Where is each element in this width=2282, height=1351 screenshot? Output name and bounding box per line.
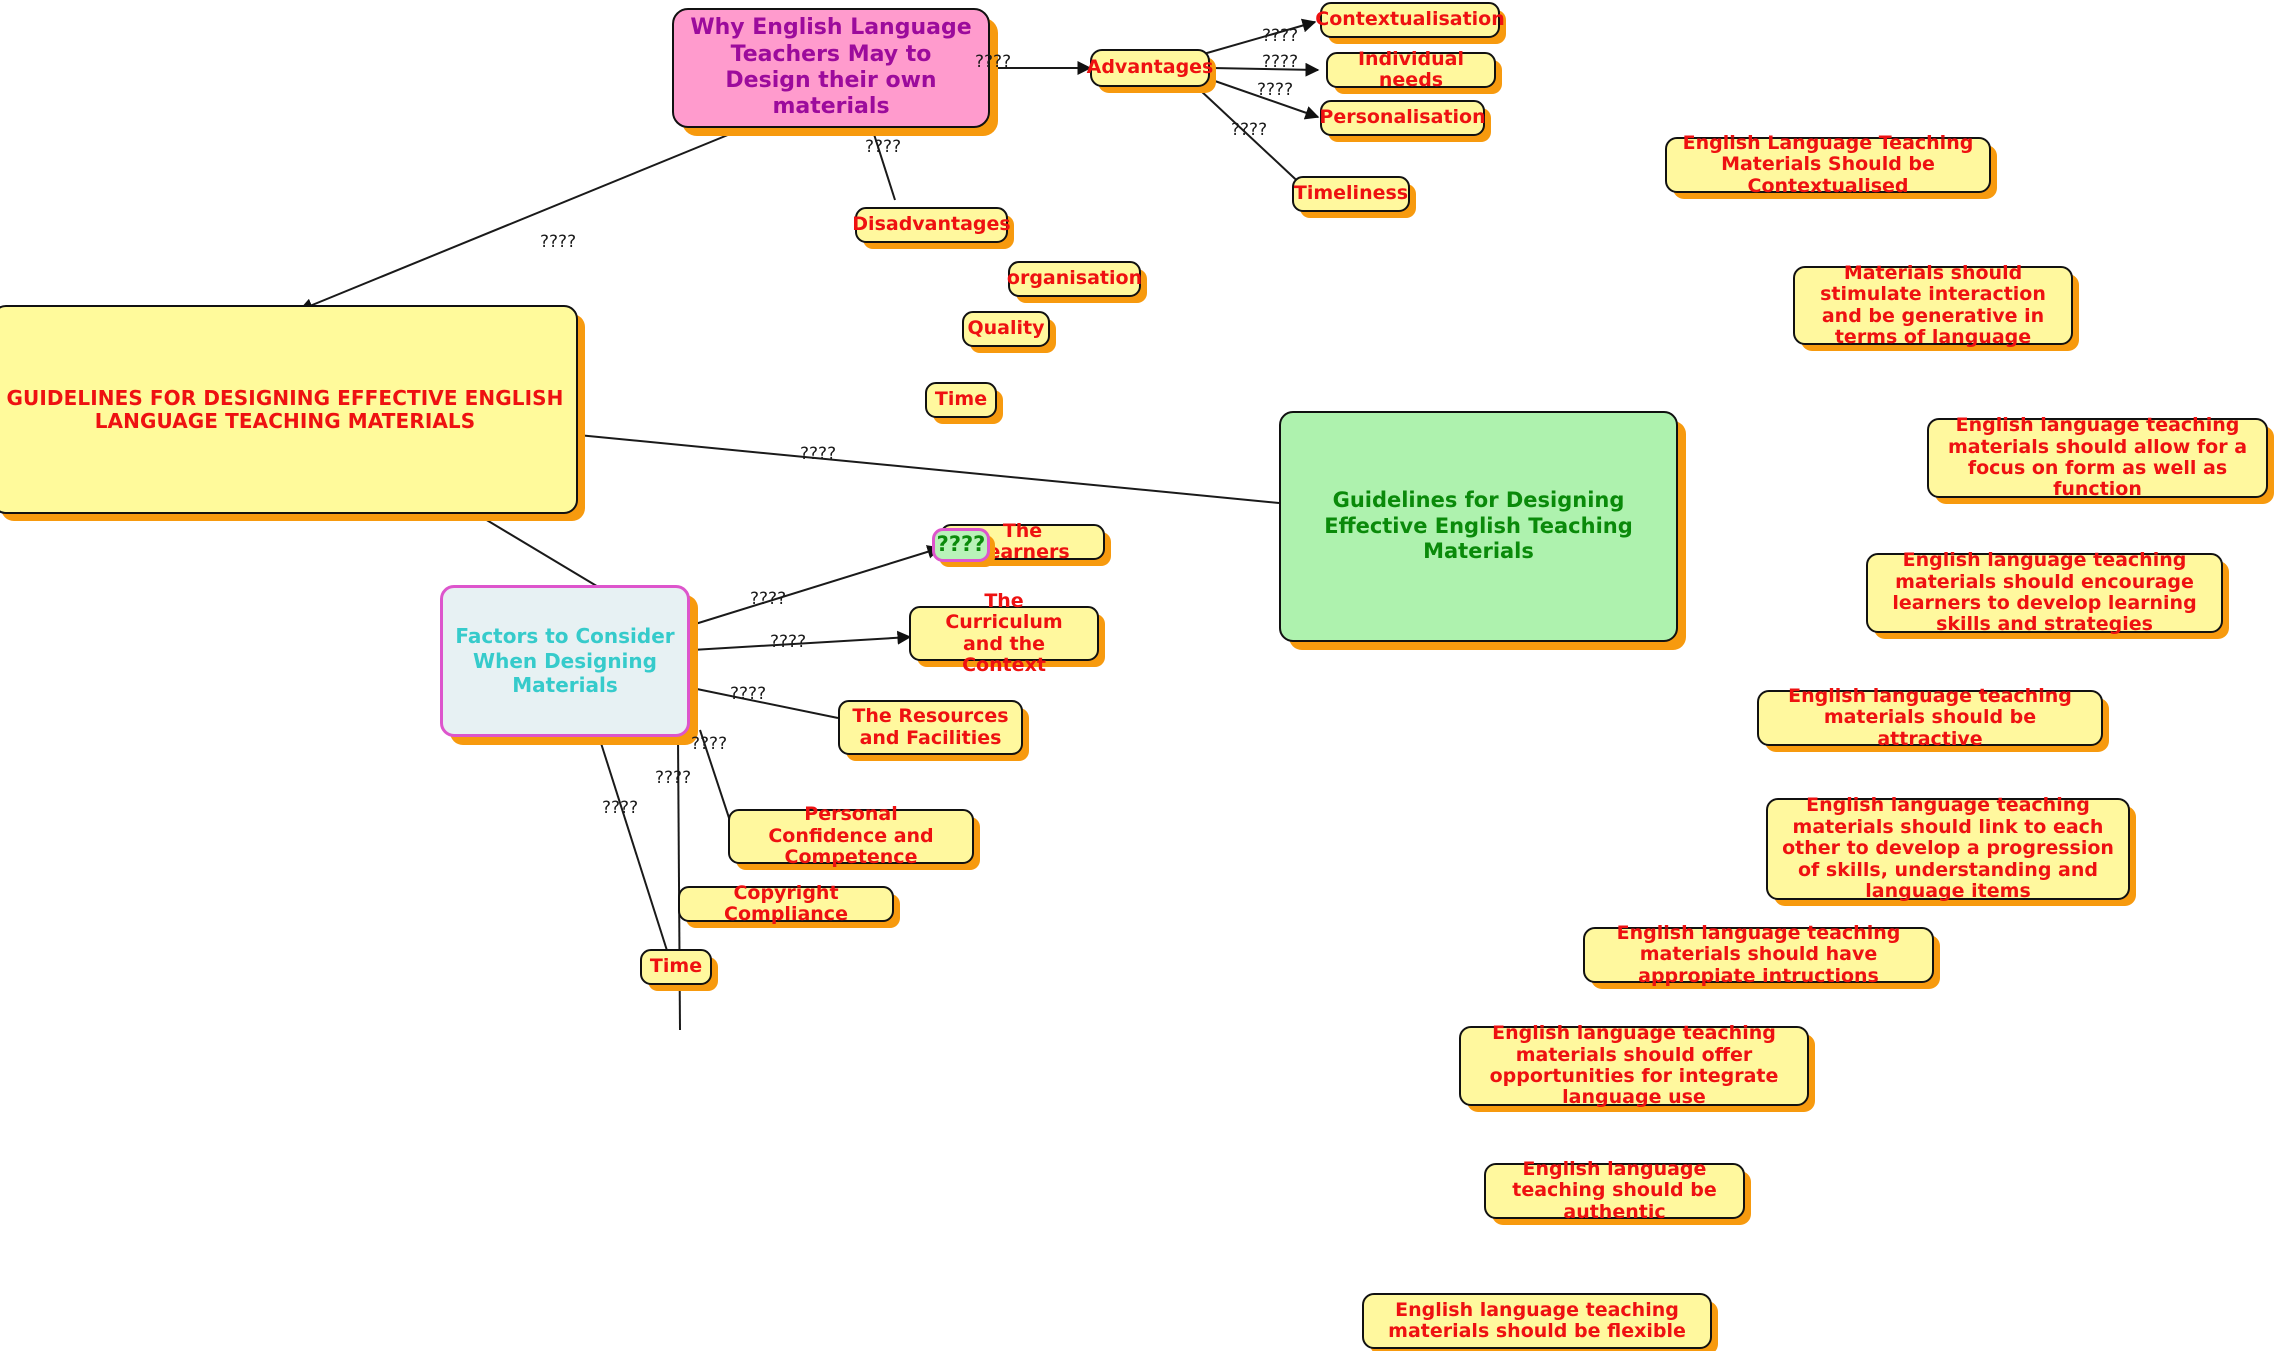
guideline-card[interactable]: English language teaching materials shou…: [1362, 1293, 1712, 1349]
node-label: Copyright Compliance: [724, 881, 848, 925]
node-label: ????: [936, 532, 986, 557]
node-disadvantages[interactable]: Disadvantages: [852, 207, 1011, 243]
node-label: GUIDELINES FOR DESIGNING EFFECTIVE ENGLI…: [6, 385, 564, 433]
node-organisation[interactable]: organisation: [1006, 261, 1143, 297]
node-label: Time: [934, 388, 988, 411]
guideline-label: English language teaching materials shou…: [1782, 794, 2114, 903]
guideline-label: English Language Teaching Materials Shou…: [1682, 131, 1974, 197]
edge-label-adv-individual-needs: ????: [1262, 52, 1299, 72]
node-label: Guidelines for Designing Effective Engli…: [1324, 488, 1633, 564]
guideline-label: English language teaching materials shou…: [1892, 549, 2197, 636]
node-personalisation[interactable]: Personalisation: [1319, 100, 1486, 136]
node-label: Disadvantages: [852, 213, 1011, 236]
guideline-label: English language teaching materials shou…: [1388, 1298, 1686, 1342]
edge-label-why-advantages: ????: [975, 52, 1012, 72]
node-label: Personal Confidence and Competence: [768, 803, 934, 869]
guideline-card[interactable]: English language teaching materials shou…: [1583, 922, 1934, 987]
node-personal-confidence[interactable]: Personal Confidence and Competence: [728, 803, 974, 868]
guideline-card[interactable]: English language teaching materials shou…: [1866, 549, 2223, 636]
guideline-card[interactable]: English language teaching should be auth…: [1484, 1158, 1745, 1223]
node-label: Personalisation: [1319, 106, 1486, 129]
node-copyright-compliance[interactable]: Copyright Compliance: [678, 882, 894, 925]
edge-label-factors-resources: ????: [730, 684, 767, 704]
edge-layer: [298, 18, 1320, 1031]
node-label: Contextualisation: [1315, 8, 1505, 31]
guideline-card[interactable]: English language teaching materials shou…: [1766, 794, 2130, 903]
guideline-label: English language teaching materials shou…: [1788, 684, 2072, 750]
node-root-guidelines[interactable]: GUIDELINES FOR DESIGNING EFFECTIVE ENGLI…: [0, 305, 578, 514]
guideline-card[interactable]: English language teaching materials shou…: [1459, 1022, 1809, 1109]
edge-label-adv-contextualisation: ????: [1262, 26, 1299, 46]
node-label: Timeliness: [1293, 182, 1409, 205]
guideline-card[interactable]: English language teaching materials shou…: [1757, 685, 2103, 750]
guideline-label: English language teaching should be auth…: [1512, 1157, 1717, 1223]
node-label: Individual needs: [1357, 47, 1465, 91]
guideline-label: English language teaching materials shou…: [1947, 414, 2248, 501]
guideline-label: English language teaching materials shou…: [1489, 1022, 1779, 1109]
guideline-card[interactable]: Materials should stimulate interaction a…: [1793, 262, 2073, 348]
node-timeliness[interactable]: Timeliness: [1292, 176, 1410, 212]
node-advantages[interactable]: Advantages: [1087, 49, 1213, 87]
edge-label-factors-learners: ????: [750, 589, 787, 609]
node-label: Time: [649, 955, 703, 978]
node-label: The Curriculum and the Context: [945, 589, 1063, 676]
node-resources-facilities[interactable]: The Resources and Facilities: [838, 700, 1023, 755]
node-factors[interactable]: Factors to Consider When Designing Mater…: [440, 585, 690, 737]
node-label: Advantages: [1086, 56, 1214, 79]
node-learners-badge[interactable]: ????: [932, 528, 990, 562]
node-guidelines-green[interactable]: Guidelines for Designing Effective Engli…: [1279, 411, 1678, 642]
node-label: Quality: [967, 317, 1045, 340]
node-label: The Resources and Facilities: [852, 705, 1009, 749]
edge-label-adv-timeliness: ????: [1231, 120, 1268, 140]
edge-label-why-disadvantages: ????: [865, 137, 902, 157]
guideline-label: English language teaching materials shou…: [1616, 921, 1901, 987]
node-curriculum-context[interactable]: The Curriculum and the Context: [909, 590, 1099, 676]
node-label: organisation: [1006, 267, 1143, 290]
node-quality[interactable]: Quality: [962, 311, 1050, 347]
guideline-card[interactable]: English Language Teaching Materials Shou…: [1665, 132, 1991, 197]
node-time-bottom[interactable]: Time: [640, 949, 712, 985]
edge-label-factors-personal: ????: [691, 734, 728, 754]
edge-label-adv-personalisation: ????: [1257, 80, 1294, 100]
node-time-top[interactable]: Time: [925, 382, 997, 418]
node-label: Why English Language Teachers May to Des…: [690, 15, 972, 120]
edge-label-root-green: ????: [800, 444, 837, 464]
guideline-card[interactable]: English language teaching materials shou…: [1927, 414, 2268, 501]
node-label: Factors to Consider When Designing Mater…: [455, 624, 675, 698]
edge-label-why-root: ????: [540, 232, 577, 252]
node-why-teachers[interactable]: Why English Language Teachers May to Des…: [672, 8, 990, 128]
edge-label-factors-time: ????: [602, 798, 639, 818]
node-individual-needs[interactable]: Individual needs: [1326, 48, 1496, 91]
guideline-label: Materials should stimulate interaction a…: [1820, 261, 2046, 348]
node-contextualisation[interactable]: Contextualisation: [1315, 2, 1505, 38]
edge-label-factors-curriculum: ????: [770, 632, 807, 652]
mindmap-canvas: Why English Language Teachers May to Des…: [0, 0, 2282, 1351]
edge-label-factors-copyright: ????: [655, 768, 692, 788]
